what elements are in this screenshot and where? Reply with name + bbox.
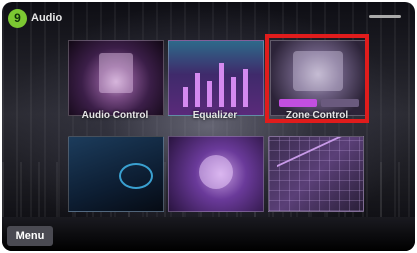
header: 9 Audio [8, 8, 62, 28]
eq-bar-icon [195, 73, 200, 107]
tile-bottom-1[interactable] [68, 136, 164, 212]
selection-highlight [265, 34, 369, 123]
car-seats-icon [99, 53, 133, 93]
eq-bar-icon [219, 63, 224, 107]
eq-bar-icon [243, 69, 248, 107]
speaker-icon [119, 163, 153, 189]
tile-label-equalizer: Equalizer [192, 110, 238, 121]
tile-bottom-3[interactable] [268, 136, 364, 212]
tile-audio-control[interactable] [68, 40, 164, 116]
audio-app-icon[interactable]: 9 [8, 8, 27, 28]
tile-label-audio-control: Audio Control [81, 110, 149, 121]
tile-bottom-2[interactable] [168, 136, 264, 212]
footer-bar: Menu [2, 217, 415, 251]
eq-bar-icon [207, 81, 212, 107]
screen: 9 Audio Audio Control Equalizer Zone Con… [2, 2, 415, 251]
status-indicator [369, 15, 401, 18]
sound-effect-icon [199, 155, 233, 189]
menu-button[interactable]: Menu [7, 226, 53, 246]
app-title: Audio [31, 12, 63, 24]
eq-bar-icon [183, 87, 188, 107]
tile-equalizer[interactable] [168, 40, 264, 116]
eq-bar-icon [231, 77, 236, 107]
